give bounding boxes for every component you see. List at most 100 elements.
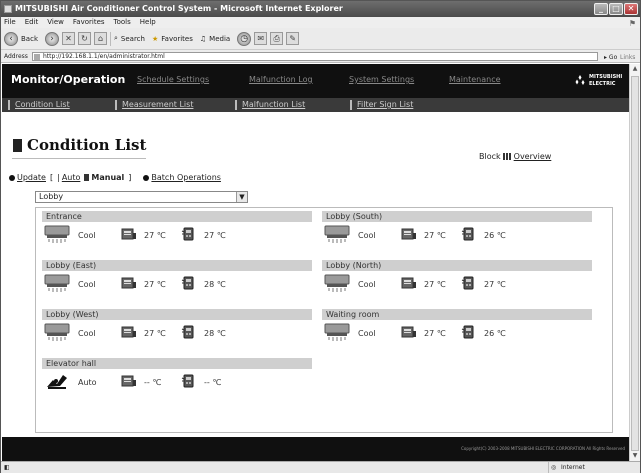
- bullet-icon: [9, 174, 15, 181]
- thermostat-icon: [401, 276, 417, 291]
- menu-favorites[interactable]: Favorites: [73, 17, 105, 28]
- maximize-button[interactable]: □: [609, 3, 623, 15]
- nav-malfunction-log[interactable]: Malfunction Log: [249, 75, 313, 84]
- fan-auto-icon[interactable]: [44, 372, 70, 391]
- menu-tools[interactable]: Tools: [114, 17, 131, 28]
- search-icon[interactable]: ⌕: [114, 34, 118, 43]
- group-status-row[interactable]: Cool 27 ℃ 27 ℃: [324, 274, 594, 294]
- group-name-bar[interactable]: Elevator hall: [42, 358, 312, 369]
- set-temperature: 27 ℃: [144, 329, 166, 338]
- block-label: Block: [479, 152, 501, 161]
- ie-icon: [4, 5, 12, 13]
- scroll-down-icon[interactable]: ▼: [631, 452, 639, 460]
- manual-marker-icon: [84, 174, 90, 181]
- close-button[interactable]: ✕: [624, 3, 638, 15]
- group-status-row[interactable]: Cool 27 ℃ 28 ℃: [44, 274, 314, 294]
- three-diamonds-icon: [575, 75, 585, 85]
- page-title: Condition List: [13, 136, 146, 154]
- group-name-bar[interactable]: Waiting room: [322, 309, 592, 320]
- logo-text: MITSUBISHI ELECTRIC: [589, 74, 623, 87]
- auto-link[interactable]: Auto: [62, 173, 81, 182]
- vertical-scrollbar[interactable]: ▲ ▼: [629, 64, 640, 461]
- nav-schedule-settings[interactable]: Schedule Settings: [137, 75, 209, 84]
- remote-controller-icon: [181, 325, 197, 340]
- overview-link[interactable]: Overview: [514, 152, 552, 161]
- thermostat-icon: [121, 374, 137, 389]
- thermostat-icon: [121, 276, 137, 291]
- status-page-icon: ◧: [4, 464, 10, 471]
- favorites-icon[interactable]: ★: [152, 35, 158, 43]
- forward-icon[interactable]: ›: [45, 31, 59, 46]
- nav-maintenance[interactable]: Maintenance: [449, 75, 501, 84]
- group-status-row[interactable]: Cool 27 ℃ 26 ℃: [324, 323, 594, 343]
- media-button[interactable]: Media: [209, 35, 230, 43]
- minimize-button[interactable]: _: [594, 3, 608, 15]
- remote-controller-icon: [461, 276, 477, 291]
- links-button[interactable]: Links: [620, 51, 635, 64]
- menu-file[interactable]: File: [4, 17, 16, 28]
- group-select[interactable]: Lobby ▼: [35, 191, 248, 203]
- menu-edit[interactable]: Edit: [25, 17, 39, 28]
- mode-label: Cool: [358, 231, 376, 240]
- search-button[interactable]: Search: [121, 35, 145, 43]
- ac-cool-icon[interactable]: [44, 323, 70, 342]
- ac-cool-icon[interactable]: [44, 225, 70, 244]
- room-temperature: 27 ℃: [484, 280, 506, 289]
- update-link[interactable]: Update: [17, 173, 46, 182]
- refresh-icon[interactable]: ↻: [78, 32, 91, 45]
- group-status-row[interactable]: Auto -- ℃ -- ℃: [44, 372, 314, 392]
- ac-cool-icon[interactable]: [44, 274, 70, 293]
- group-status-row[interactable]: Cool 27 ℃ 26 ℃: [324, 225, 594, 245]
- go-button[interactable]: ▸ Go: [604, 51, 617, 64]
- room-temperature: 26 ℃: [484, 329, 506, 338]
- room-temperature: 28 ℃: [204, 329, 226, 338]
- condition-panel: Entrance Cool 27 ℃ 27 ℃ Lobby (South) Cool 27 …: [35, 207, 613, 433]
- mode-label: Cool: [78, 329, 96, 338]
- subnav-condition-list[interactable]: Condition List: [8, 100, 70, 110]
- group-name-bar[interactable]: Lobby (West): [42, 309, 312, 320]
- grid-icon: [502, 153, 512, 160]
- menu-help[interactable]: Help: [140, 17, 156, 28]
- room-temperature: 27 ℃: [204, 231, 226, 240]
- back-label[interactable]: Back: [21, 35, 38, 43]
- thermostat-icon: [401, 325, 417, 340]
- batch-operations-link[interactable]: Batch Operations: [151, 173, 221, 182]
- group-status-row[interactable]: Cool 27 ℃ 28 ℃: [44, 323, 314, 343]
- ac-cool-icon[interactable]: [324, 323, 350, 342]
- group-name-bar[interactable]: Lobby (East): [42, 260, 312, 271]
- edit-icon[interactable]: ✎: [286, 32, 300, 45]
- scroll-up-icon[interactable]: ▲: [631, 65, 639, 73]
- ac-cool-icon[interactable]: [324, 274, 350, 293]
- subnav-filter-sign-list[interactable]: Filter Sign List: [350, 100, 413, 110]
- address-input[interactable]: http://192.168.1.1/en/administrator.html: [32, 52, 598, 61]
- history-icon[interactable]: ◷: [237, 31, 252, 46]
- group-name-bar[interactable]: Entrance: [42, 211, 312, 222]
- mail-icon[interactable]: ✉: [254, 32, 268, 45]
- group-name-bar[interactable]: Lobby (South): [322, 211, 592, 222]
- favorites-button[interactable]: Favorites: [161, 35, 193, 43]
- remote-controller-icon: [461, 227, 477, 242]
- remote-controller-icon: [181, 374, 197, 389]
- back-icon[interactable]: ‹: [4, 31, 18, 46]
- home-icon[interactable]: ⌂: [94, 32, 107, 45]
- subnav-measurement-list[interactable]: Measurement List: [115, 100, 193, 110]
- subnav-malfunction-list[interactable]: Malfunction List: [235, 100, 305, 110]
- app-brand: Monitor/Operation: [11, 73, 126, 86]
- nav-system-settings[interactable]: System Settings: [349, 75, 414, 84]
- set-temperature: 27 ℃: [424, 231, 446, 240]
- group-name-bar[interactable]: Lobby (North): [322, 260, 592, 271]
- status-bar: ◧ ◎ Internet: [1, 461, 640, 473]
- print-icon[interactable]: ⎙: [270, 32, 284, 45]
- scroll-thumb[interactable]: [631, 76, 639, 451]
- page-viewport: Monitor/Operation Schedule Settings Malf…: [2, 64, 629, 461]
- block-overview: Block Overview: [479, 152, 551, 161]
- media-icon[interactable]: ♫: [200, 35, 206, 43]
- menu-view[interactable]: View: [47, 17, 64, 28]
- group-status-row[interactable]: Cool 27 ℃ 27 ℃: [44, 225, 314, 245]
- ac-cool-icon[interactable]: [324, 225, 350, 244]
- chevron-down-icon[interactable]: ▼: [236, 192, 247, 202]
- browser-window: MITSUBISHI Air Conditioner Control Syste…: [0, 0, 641, 473]
- manual-label[interactable]: Manual: [91, 173, 124, 182]
- stop-icon[interactable]: ✕: [62, 32, 75, 45]
- remote-controller-icon: [461, 325, 477, 340]
